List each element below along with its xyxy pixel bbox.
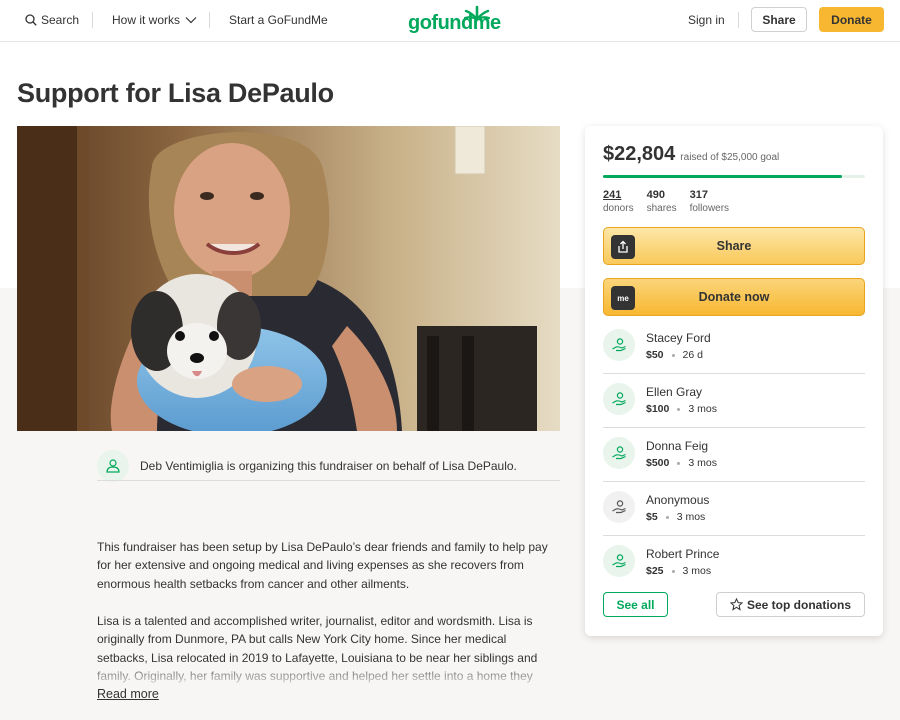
search-link[interactable]: Search: [25, 0, 79, 40]
donor-name: Ellen Gray: [646, 385, 703, 399]
stat-label: donors: [603, 203, 634, 214]
donation-item: Stacey Ford $50 26 d: [603, 320, 865, 374]
donation-item: Ellen Gray $100 3 mos: [603, 374, 865, 428]
donor-hand-icon: [612, 338, 626, 352]
top-nav: Search How it works Start a GoFundMe gof…: [0, 0, 900, 42]
donate-icon-text: me: [617, 293, 629, 303]
sign-in-link[interactable]: Sign in: [688, 0, 725, 40]
organizer-text: Deb Ventimiglia is organizing this fundr…: [140, 459, 517, 473]
donation-meta: $5 3 mos: [646, 511, 705, 523]
donor-hand-icon: [612, 500, 626, 514]
start-gofundme-link[interactable]: Start a GoFundMe: [229, 0, 328, 40]
see-top-donations-button[interactable]: See top donations: [716, 592, 865, 617]
dot-separator: [671, 569, 675, 573]
donor-hand-icon: [612, 446, 626, 460]
dot-separator: [665, 515, 669, 519]
donation-item: Robert Prince $25 3 mos: [603, 536, 865, 590]
donor-avatar: [603, 383, 635, 415]
user-icon: [106, 459, 120, 473]
dot-separator: [677, 461, 681, 465]
donation-time: 3 mos: [682, 565, 712, 577]
organizer-avatar: [97, 450, 129, 482]
nav-share-button[interactable]: Share: [751, 7, 807, 32]
dot-separator: [677, 407, 681, 411]
donation-time: 3 mos: [676, 511, 706, 523]
donor-hand-icon: [612, 392, 626, 406]
how-it-works-label: How it works: [112, 13, 181, 27]
stat-donors[interactable]: 241 donors: [603, 189, 634, 215]
stat-label: shares: [646, 203, 677, 214]
progress-bar-fill: [603, 175, 842, 178]
search-label: Search: [41, 13, 80, 27]
nav-divider: [738, 12, 739, 28]
donation-time: 3 mos: [688, 457, 717, 469]
donate-now-button[interactable]: me Donate now: [603, 278, 865, 316]
donation-sidebar: $22,804 raised of $25,000 goal 241 donor…: [585, 126, 883, 636]
donor-name: Robert Prince: [646, 547, 720, 561]
see-all-button[interactable]: See all: [603, 592, 668, 617]
donation-meta: $25 3 mos: [646, 565, 711, 577]
progress-bar: [603, 175, 865, 178]
donation-amount: $50: [646, 349, 664, 361]
share-button[interactable]: Share: [603, 227, 865, 265]
donor-avatar: [603, 329, 635, 361]
donor-avatar: [603, 491, 635, 523]
donation-amount: $5: [646, 511, 658, 523]
donation-amount: $100: [646, 403, 670, 415]
donor-hand-icon: [612, 554, 626, 568]
stat-number: 317: [689, 189, 708, 201]
donation-meta: $100 3 mos: [646, 403, 717, 415]
nav-divider: [209, 12, 210, 28]
stat-number: 490: [646, 189, 665, 201]
donation-item: Anonymous $5 3 mos: [603, 482, 865, 536]
search-icon: [25, 14, 37, 26]
page-title: Support for Lisa DePaulo: [17, 78, 334, 108]
donation-time: 26 d: [682, 349, 703, 361]
stat-number: 241: [603, 189, 622, 201]
donation-amount: $500: [646, 457, 670, 469]
share-icon: [611, 235, 635, 259]
gofundme-logo[interactable]: gofundme: [408, 5, 501, 34]
donor-name: Stacey Ford: [646, 331, 711, 345]
donation-meta: $500 3 mos: [646, 457, 717, 469]
stat-followers: 317 followers: [690, 189, 729, 215]
raised-goal-text: raised of $25,000 goal: [680, 152, 780, 163]
see-top-donations-label: See top donations: [746, 597, 851, 612]
description-fade: [97, 660, 560, 688]
chevron-down-icon: [185, 17, 197, 24]
how-it-works-menu[interactable]: How it works: [112, 0, 197, 40]
nav-donate-button[interactable]: Donate: [819, 7, 884, 32]
campaign-photo: [17, 126, 560, 431]
divider: [97, 480, 560, 481]
gofundme-me-icon: me: [611, 286, 635, 310]
raised-summary: $22,804 raised of $25,000 goal: [603, 143, 779, 166]
organizer-row: Deb Ventimiglia is organizing this fundr…: [97, 450, 560, 482]
donate-now-label: Donate now: [698, 290, 770, 304]
campaign-photo-illustration: [17, 126, 560, 431]
donation-amount: $25: [646, 565, 664, 577]
donor-avatar: [603, 437, 635, 469]
star-icon: [729, 598, 743, 611]
donor-name: Donna Feig: [646, 439, 709, 453]
stat-shares: 490 shares: [647, 189, 677, 215]
campaign-stats: 241 donors 490 shares 317 followers: [603, 189, 742, 215]
recent-donations-list: Stacey Ford $50 26 d Ellen Gray $100 3 m…: [603, 320, 865, 590]
donation-item: Donna Feig $500 3 mos: [603, 428, 865, 482]
stat-label: followers: [689, 203, 730, 214]
description-paragraph: This fundraiser has been setup by Lisa D…: [97, 540, 548, 591]
logo-sprout-icon: [464, 5, 490, 21]
nav-divider: [92, 12, 93, 28]
share-button-label: Share: [716, 239, 752, 253]
donor-avatar: [603, 545, 635, 577]
read-more-link[interactable]: Read more: [97, 687, 159, 701]
dot-separator: [671, 353, 675, 357]
donation-time: 3 mos: [688, 403, 717, 415]
donation-meta: $50 26 d: [646, 349, 703, 361]
raised-amount: $22,804: [603, 143, 676, 165]
donor-name: Anonymous: [646, 493, 710, 507]
